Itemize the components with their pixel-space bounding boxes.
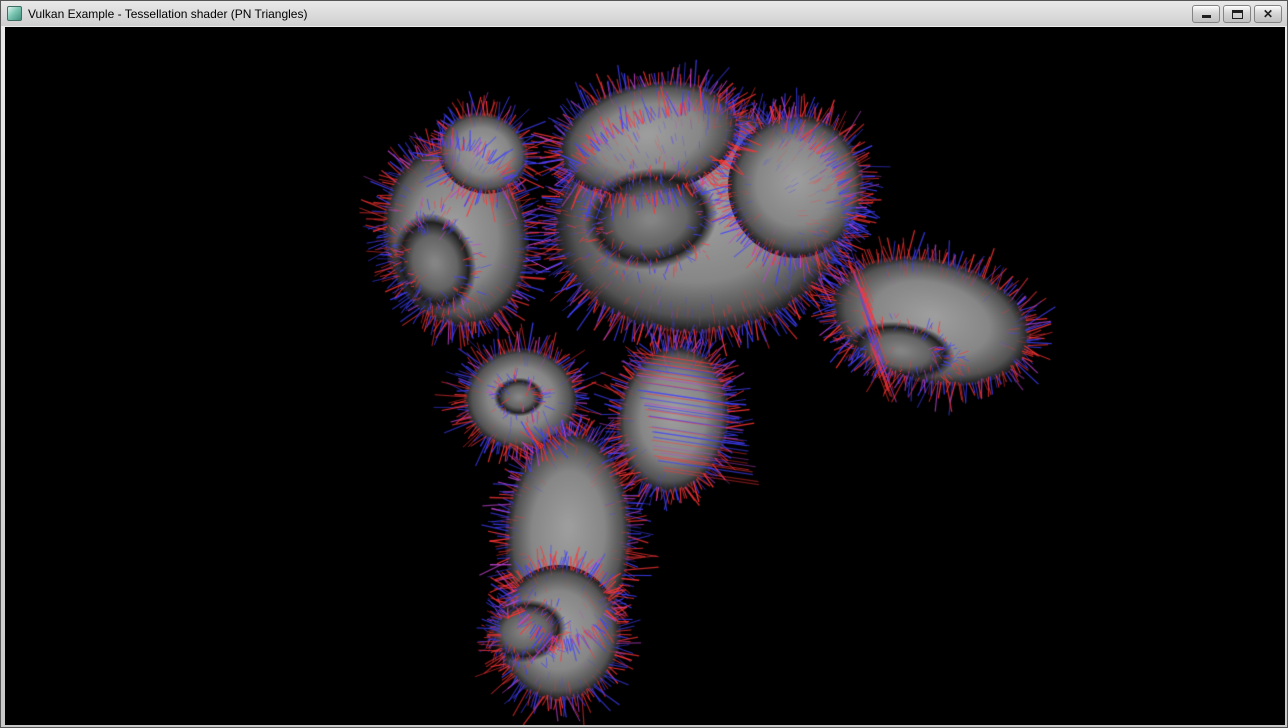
minimize-icon <box>1202 15 1211 18</box>
close-button[interactable]: ✕ <box>1254 5 1282 23</box>
render-viewport <box>5 27 1285 725</box>
app-window: Vulkan Example - Tessellation shader (PN… <box>0 0 1288 728</box>
window-controls: ✕ <box>1192 5 1282 23</box>
vulkan-app-icon <box>7 6 22 21</box>
titlebar[interactable]: Vulkan Example - Tessellation shader (PN… <box>1 1 1287 26</box>
render-canvas[interactable] <box>5 27 1285 725</box>
maximize-button[interactable] <box>1223 5 1251 23</box>
window-title: Vulkan Example - Tessellation shader (PN… <box>28 7 307 21</box>
close-icon: ✕ <box>1263 7 1273 21</box>
minimize-button[interactable] <box>1192 5 1220 23</box>
maximize-icon <box>1232 10 1243 19</box>
